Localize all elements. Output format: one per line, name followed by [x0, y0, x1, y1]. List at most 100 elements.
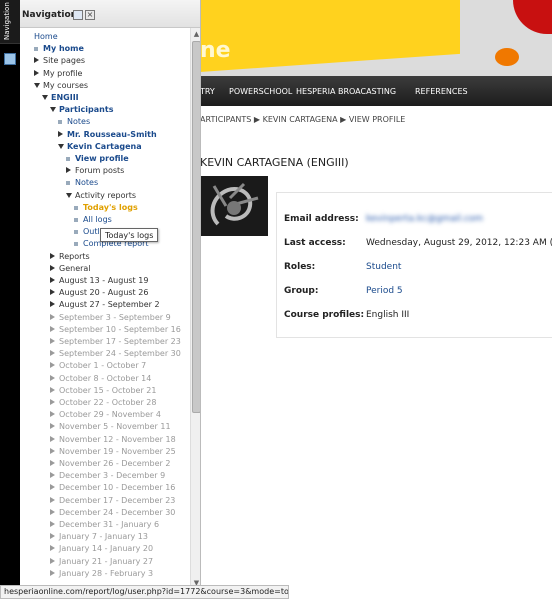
nav-tree-item[interactable]: Notes: [66, 177, 98, 188]
nav-tree-item[interactable]: November 5 - November 11: [50, 421, 171, 432]
nav-tree-item[interactable]: My home: [34, 43, 84, 54]
nav-tree-item-label: Home: [34, 32, 58, 41]
bullet-icon: [66, 157, 70, 161]
nav-tree-item-label: Reports: [59, 251, 90, 261]
nav-tree-item[interactable]: Mr. Rousseau-Smith: [58, 129, 157, 140]
collapsed-arrow-icon: [66, 167, 71, 174]
nav-tree-item[interactable]: October 8 - October 14: [50, 373, 151, 384]
course-profiles-label: Course profiles:: [284, 310, 365, 320]
nav-tree-item[interactable]: September 17 - September 23: [50, 336, 181, 347]
nav-tree-item[interactable]: December 24 - December 30: [50, 507, 175, 518]
scrollbar-thumb[interactable]: [192, 41, 200, 413]
expanded-arrow-icon: [42, 95, 48, 100]
nav-tree-item[interactable]: October 22 - October 28: [50, 397, 156, 408]
nav-tree-item[interactable]: January 14 - January 20: [50, 543, 153, 554]
nav-tree-item[interactable]: Notes: [58, 116, 90, 127]
nav-tree-item[interactable]: January 7 - January 13: [50, 531, 148, 542]
dock-tab-navigation[interactable]: Navigation: [0, 0, 20, 44]
email-value[interactable]: kevinperta.kc@gmail.com: [366, 214, 483, 224]
collapsed-arrow-icon: [50, 472, 55, 479]
course-profiles-value[interactable]: English III: [366, 310, 409, 320]
nav-tree-item-label: December 3 - December 9: [59, 471, 166, 481]
nav-tree-item[interactable]: October 15 - October 21: [50, 385, 156, 396]
nav-tree-item-label: October 29 - November 4: [59, 410, 161, 420]
nav-tree-item[interactable]: August 13 - August 19: [50, 275, 148, 286]
nav-tree-item[interactable]: January 21 - January 27: [50, 556, 153, 567]
collapsed-arrow-icon: [50, 252, 55, 259]
navigation-scrollbar[interactable]: ▲ ▼: [190, 28, 200, 590]
collapsed-arrow-icon: [50, 533, 55, 540]
bullet-icon: [58, 120, 62, 125]
nav-tree-item[interactable]: Home: [34, 31, 58, 42]
bullet-icon: [66, 181, 70, 186]
breadcrumb[interactable]: ARTICIPANTS ▶ KEVIN CARTAGENA ▶ VIEW PRO…: [200, 115, 405, 124]
nav-tree-item-label: January 14 - January 20: [59, 544, 154, 554]
nav-tree-item[interactable]: My courses: [34, 80, 88, 91]
collapsed-arrow-icon: [50, 399, 55, 405]
scroll-up-arrow-icon[interactable]: ▲: [192, 30, 200, 39]
nav-tree-item[interactable]: November 26 - December 2: [50, 458, 170, 469]
nav-tree-item[interactable]: September 10 - September 16: [50, 324, 181, 335]
collapsed-arrow-icon: [50, 496, 55, 503]
nav-tree-item-label: August 27 - September 2: [59, 300, 160, 310]
nav-tree-item-label: View profile: [75, 154, 129, 163]
status-bar: hesperiaonline.com/report/log/user.php?i…: [0, 585, 289, 599]
nav-tree-item[interactable]: December 10 - December 16: [50, 482, 175, 493]
nav-tree-item[interactable]: Kevin Cartagena: [58, 141, 142, 152]
navbar-item-hesperia-broadcasting[interactable]: HESPERIA BROACASTING: [296, 87, 396, 96]
nav-tree-item-label: Site pages: [43, 56, 86, 66]
nav-tree-item-label: All logs: [83, 215, 112, 224]
nav-tree-item[interactable]: All logs: [74, 214, 112, 225]
nav-tree-item[interactable]: November 19 - November 25: [50, 446, 176, 457]
nav-tree-item[interactable]: September 24 - September 30: [50, 348, 181, 359]
tooltip: Today's logs: [100, 228, 159, 242]
nav-tree-item[interactable]: Today's logs: [74, 202, 138, 213]
nav-tree-item[interactable]: ENGIII: [42, 92, 79, 103]
nav-tree-item[interactable]: September 3 - September 9: [50, 312, 171, 323]
nav-tree-item[interactable]: View profile: [66, 153, 129, 164]
nav-tree-item[interactable]: November 12 - November 18: [50, 434, 176, 445]
nav-tree-item[interactable]: January 28 - February 3: [50, 568, 153, 579]
orange-pin-graphic: [495, 48, 519, 66]
nav-tree-item[interactable]: Reports: [50, 251, 90, 262]
nav-tree-item-label: Participants: [59, 105, 114, 115]
collapsed-arrow-icon: [50, 264, 55, 271]
nav-tree-item[interactable]: Forum posts: [66, 165, 124, 176]
navigation-header: Navigation ×: [20, 0, 200, 28]
navigation-tree: Home My home Site pages My profile My course…: [20, 28, 190, 590]
nav-tree-item-label: November 5 - November 11: [59, 422, 171, 432]
nav-tree-item[interactable]: Activity reports: [66, 190, 136, 201]
site-navbar: TRY POWERSCHOOL HESPERIA BROACASTING REF…: [200, 76, 552, 106]
expanded-arrow-icon: [66, 192, 72, 198]
nav-tree-item[interactable]: August 27 - September 2: [50, 299, 160, 310]
collapsed-arrow-icon: [34, 57, 39, 64]
dock-block-icon[interactable]: [73, 10, 83, 20]
nav-tree-item[interactable]: October 29 - November 4: [50, 409, 161, 420]
nav-tree-item[interactable]: December 31 - January 6: [50, 519, 159, 530]
nav-tree-item[interactable]: December 3 - December 9: [50, 470, 165, 481]
nav-tree-item[interactable]: December 17 - December 23: [50, 495, 175, 506]
close-icon[interactable]: ×: [85, 10, 95, 20]
nav-tree-item-label: My courses: [43, 80, 89, 90]
nav-tree-item[interactable]: General: [50, 263, 91, 274]
dock-block-icon[interactable]: [4, 53, 16, 65]
last-access-label: Last access:: [284, 238, 346, 248]
roles-value[interactable]: Student: [366, 262, 401, 272]
collapsed-arrow-icon: [50, 521, 55, 527]
nav-tree-item[interactable]: Site pages: [34, 55, 85, 66]
bullet-icon: [74, 205, 78, 210]
email-label: Email address:: [284, 214, 359, 224]
navbar-item-try[interactable]: TRY: [200, 87, 215, 96]
navbar-item-references[interactable]: REFERENCES: [415, 87, 468, 96]
navbar-item-powerschool[interactable]: POWERSCHOOL: [229, 87, 292, 96]
nav-tree-item[interactable]: August 20 - August 26: [50, 287, 148, 298]
nav-tree-item[interactable]: October 1 - October 7: [50, 360, 146, 371]
site-logo-text: ne: [200, 38, 231, 63]
nav-tree-item-label: My home: [43, 44, 84, 54]
nav-tree-item[interactable]: My profile: [34, 68, 82, 79]
nav-tree-item[interactable]: Participants: [50, 104, 113, 115]
bullet-icon: [74, 230, 78, 235]
group-value[interactable]: Period 5: [366, 286, 403, 296]
collapsed-arrow-icon: [50, 289, 55, 296]
nav-tree-item-label: Activity reports: [75, 190, 137, 200]
